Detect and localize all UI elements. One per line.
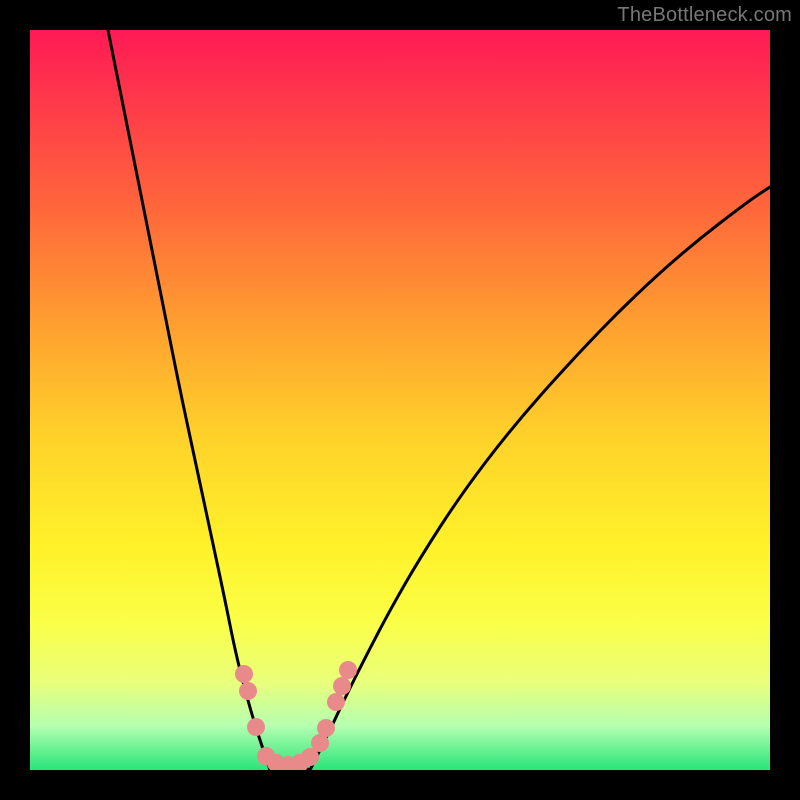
- marker-dot: [239, 682, 257, 700]
- marker-dot: [327, 693, 345, 711]
- marker-dot: [339, 661, 357, 679]
- plot-frame: [30, 30, 770, 770]
- marker-dot: [333, 677, 351, 695]
- marker-dot: [317, 719, 335, 737]
- marker-dot: [235, 665, 253, 683]
- curve-lines: [108, 30, 770, 770]
- marker-dot: [247, 718, 265, 736]
- chart-svg: [30, 30, 770, 770]
- series-right-curve: [310, 187, 770, 770]
- series-left-curve: [108, 30, 270, 770]
- watermark-text: TheBottleneck.com: [617, 4, 792, 27]
